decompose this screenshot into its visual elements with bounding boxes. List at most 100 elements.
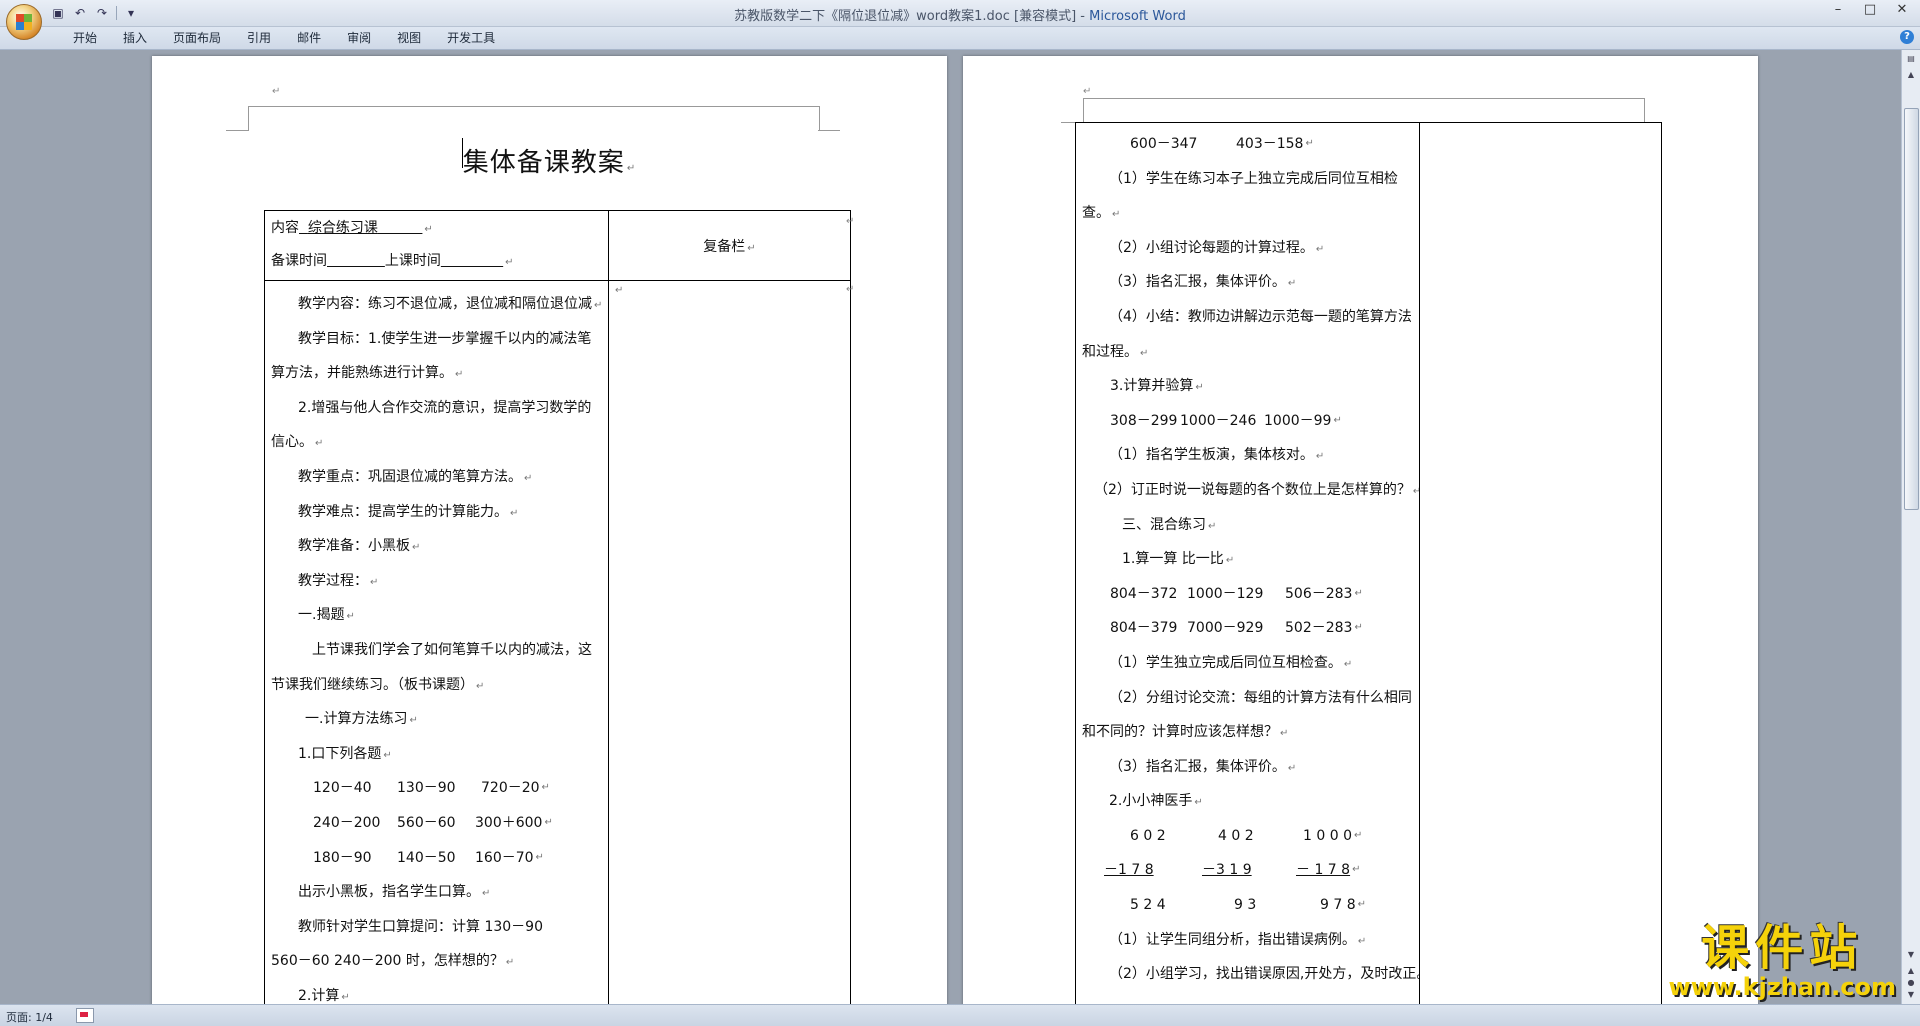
- next-page-icon[interactable]: ▼: [1904, 988, 1918, 1002]
- list-item: 2.小小神医手 ↵: [1109, 793, 1203, 810]
- vertical-calc-subtrahend: －1 7 8 －3 1 9 － 1 7 8 ↵: [1104, 862, 1361, 879]
- list-item: （2）订正时说一说每题的各个数位上是怎样算的？ ↵: [1094, 481, 1419, 498]
- calc-row: 308－299 1000－246 1000－99 ↵: [1110, 412, 1342, 429]
- list-item: 一.计算方法练习 ↵: [305, 711, 418, 728]
- scroll-thumb[interactable]: [1904, 108, 1919, 510]
- list-item: 2.计算 ↵: [298, 987, 350, 1004]
- table-header-row: 内容 综合练习课 ↵ 备课时间 上课时间 ↵ 复备栏 ↵: [264, 210, 851, 281]
- header-frame: [1083, 98, 1645, 123]
- help-icon[interactable]: ?: [1900, 30, 1914, 44]
- list-item: （1）学生独立完成后同位互相检查。 ↵: [1109, 654, 1353, 671]
- logo-url: www.kjzhan.com: [1668, 973, 1896, 1001]
- close-button[interactable]: ✕: [1892, 2, 1912, 17]
- list-item: 560－60 240－200 时，怎样想的？ ↵: [271, 953, 515, 970]
- content-cell[interactable]: 内容 综合练习课 ↵ 备课时间 上课时间 ↵: [264, 210, 609, 281]
- list-item: 查。 ↵: [1082, 205, 1121, 222]
- list-item: 教学重点：巩固退位减的笔算方法。 ↵: [298, 468, 533, 485]
- list-item: 一.揭题 ↵: [298, 607, 355, 624]
- page-2[interactable]: ↵ 600－347 403－158 ↵ （1）学生在练习本子上独立完成后同位互相检 …: [963, 56, 1758, 1004]
- lesson-table-continued: 600－347 403－158 ↵ （1）学生在练习本子上独立完成后同位互相检 查。…: [1075, 122, 1662, 1004]
- doc-title: 集体备课教案 ↵: [462, 148, 637, 178]
- list-item: （2）小组学习，找出错误原因,开处方，及时改正。: [1109, 966, 1419, 983]
- list-item: 信心。 ↵: [271, 434, 324, 451]
- list-item: （1）指名学生板演，集体核对。 ↵: [1109, 447, 1325, 464]
- header-corner-right: [818, 130, 840, 131]
- review-column-cell[interactable]: [1419, 122, 1662, 1004]
- paragraph-mark: ↵: [272, 86, 281, 97]
- calc-row: 180－90 140－50 160－70 ↵: [313, 849, 544, 866]
- calc-row: 600－347 403－158 ↵: [1130, 136, 1314, 152]
- calc-row: 120－40 130－90 720－20 ↵: [313, 780, 550, 797]
- time-line: 备课时间 上课时间 ↵: [271, 252, 514, 269]
- tab-review[interactable]: 审阅: [334, 30, 384, 46]
- calc-row: 804－379 7000－929 502－283 ↵: [1110, 620, 1363, 637]
- list-item: （2）分组讨论交流：每组的计算方法有什么相同: [1109, 689, 1412, 706]
- proofing-icon[interactable]: [76, 1008, 94, 1023]
- logo-text: 课件站: [1701, 920, 1864, 976]
- vertical-calc-top: 6 0 24 0 21 0 0 0 ↵: [1130, 827, 1363, 844]
- list-item: 教师针对学生口算提问：计算 130－90: [298, 918, 543, 935]
- tab-mailings[interactable]: 邮件: [284, 30, 334, 46]
- tab-page-layout[interactable]: 页面布局: [160, 30, 234, 46]
- window-controls: – □ ✕: [1828, 2, 1912, 17]
- ribbon-tabs: 开始 插入 页面布局 引用 邮件 审阅 视图 开发工具: [60, 30, 508, 46]
- scroll-up-icon[interactable]: ▲: [1904, 68, 1918, 82]
- list-item: （1）学生在练习本子上独立完成后同位互相检: [1109, 170, 1398, 187]
- page-indicator[interactable]: 页面: 1/4: [6, 1009, 53, 1025]
- ruler-toggle-icon[interactable]: ▤: [1904, 52, 1918, 66]
- list-item: （3）指名汇报，集体评价。 ↵: [1109, 274, 1297, 291]
- list-item: 三、混合练习 ↵: [1122, 516, 1217, 533]
- list-item: 教学难点：提高学生的计算能力。 ↵: [298, 503, 519, 520]
- ribbon: 开始 插入 页面布局 引用 邮件 审阅 视图 开发工具 ?: [0, 27, 1920, 50]
- review-column-cell[interactable]: ↵: [608, 280, 851, 1004]
- content-line: 内容 综合练习课 ↵: [271, 220, 433, 236]
- list-item: 教学过程： ↵: [298, 572, 379, 589]
- list-item: 2.增强与他人合作交流的意识，提高学习数学的: [298, 399, 592, 416]
- paragraph-mark: ↵: [1083, 86, 1092, 97]
- vertical-scrollbar[interactable]: ▤ ▲ ▼ ▲ ● ▼: [1901, 50, 1920, 1004]
- title-bar: ▣ ↶ ↷ ▾ 苏教版数学二下《隔位退位减》word教案1.doc [兼容模式]…: [0, 0, 1920, 27]
- list-item: 和过程。 ↵: [1082, 343, 1149, 360]
- header-corner-left: [226, 130, 248, 131]
- document-title: 苏教版数学二下《隔位退位减》word教案1.doc [兼容模式] -: [734, 9, 1090, 24]
- vertical-calc-result: 5 2 49 39 7 8 ↵: [1130, 897, 1367, 914]
- tab-references[interactable]: 引用: [234, 30, 284, 46]
- minimize-button[interactable]: –: [1828, 2, 1848, 17]
- tab-home[interactable]: 开始: [60, 30, 110, 46]
- row-end-mark: ↵: [846, 216, 855, 227]
- list-item: 出示小黑板，指名学生口算。 ↵: [298, 884, 491, 901]
- table-body-row: 600－347 403－158 ↵ （1）学生在练习本子上独立完成后同位互相检 查。…: [1075, 122, 1662, 1004]
- calc-row: 240－200 560－60 300＋600 ↵: [313, 814, 553, 831]
- office-button[interactable]: [6, 4, 42, 40]
- list-item: （1）让学生同组分析，指出错误病例。 ↵: [1109, 931, 1367, 948]
- table-body-row: 教学内容：练习不退位减，退位减和隔位退位减 ↵ 教学目标：1.使学生进一步掌握千以…: [264, 280, 851, 1004]
- tab-insert[interactable]: 插入: [110, 30, 160, 46]
- list-item: 1.算一算 比一比 ↵: [1122, 551, 1235, 568]
- list-item: （2）小组讨论每题的计算过程。 ↵: [1109, 239, 1325, 256]
- kjzhan-logo: 课件站 www.kjzhan.com: [1669, 922, 1896, 1000]
- lesson-body-cell[interactable]: 教学内容：练习不退位减，退位减和隔位退位减 ↵ 教学目标：1.使学生进一步掌握千以…: [264, 280, 609, 1004]
- lesson-table: 内容 综合练习课 ↵ 备课时间 上课时间 ↵ 复备栏 ↵ 教学内容：练习不退位减，…: [264, 210, 851, 1004]
- list-item: 算方法，并能熟练进行计算。 ↵: [271, 365, 464, 382]
- tab-developer[interactable]: 开发工具: [434, 30, 508, 46]
- calc-row: 804－372 1000－129 506－283 ↵: [1110, 585, 1363, 602]
- list-item: 教学内容：练习不退位减，退位减和隔位退位减 ↵: [298, 296, 603, 312]
- list-item: 和不同的？计算时应该怎样想？ ↵: [1082, 724, 1289, 741]
- tab-view[interactable]: 视图: [384, 30, 434, 46]
- office-logo-icon: [16, 14, 32, 30]
- review-column-header[interactable]: 复备栏 ↵: [608, 210, 851, 281]
- list-item: （4）小结：教师边讲解边示范每一题的笔算方法: [1109, 308, 1412, 325]
- app-name: Microsoft Word: [1089, 9, 1186, 24]
- list-item: 节课我们继续练习。（板书课题） ↵: [271, 676, 485, 693]
- list-item: 3.计算并验算 ↵: [1110, 378, 1204, 395]
- list-item: （3）指名汇报，集体评价。 ↵: [1109, 758, 1297, 775]
- page-1[interactable]: ↵ 集体备课教案 ↵ 内容 综合练习课 ↵ 备课时间 上课时间 ↵ 复备栏 ↵ …: [152, 56, 947, 1004]
- scroll-down-icon[interactable]: ▼: [1904, 948, 1918, 962]
- document-area[interactable]: ↵ 集体备课教案 ↵ 内容 综合练习课 ↵ 备课时间 上课时间 ↵ 复备栏 ↵ …: [0, 50, 1902, 1004]
- row-end-mark: ↵: [846, 284, 855, 295]
- list-item: 1.口下列各题 ↵: [298, 745, 392, 762]
- list-item: 上节课我们学会了如何笔算千以内的减法，这: [312, 641, 592, 658]
- maximize-button[interactable]: □: [1860, 2, 1880, 17]
- lesson-body-cell[interactable]: 600－347 403－158 ↵ （1）学生在练习本子上独立完成后同位互相检 查。…: [1075, 122, 1420, 1004]
- window-title: 苏教版数学二下《隔位退位减》word教案1.doc [兼容模式] - Micro…: [0, 5, 1920, 24]
